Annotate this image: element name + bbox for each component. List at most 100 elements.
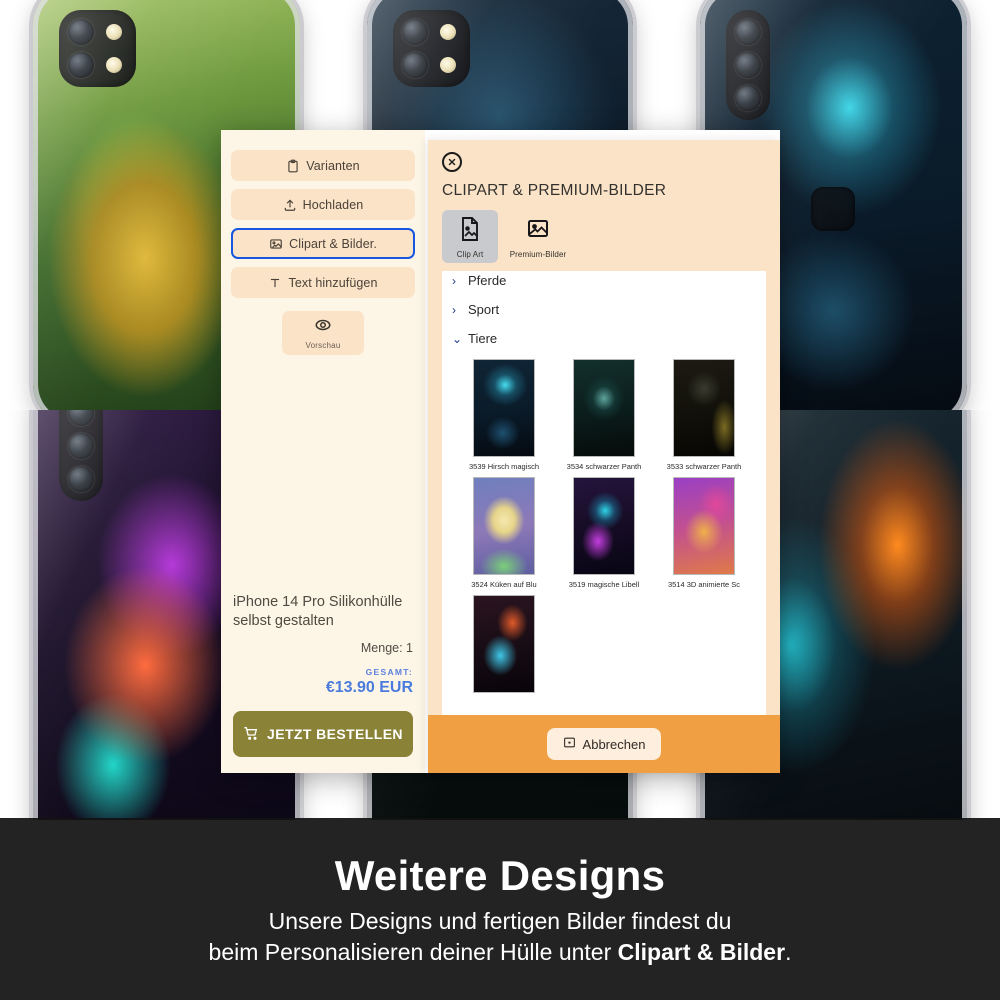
modal-tabs: Clip Art Premium-Bilder xyxy=(428,200,780,271)
category-list: › Pferde › Sport ⌄ Tiere xyxy=(442,271,766,355)
category-label: Tiere xyxy=(468,331,498,346)
camera-lens-icon xyxy=(68,18,95,45)
tab-premium-bilder[interactable]: Premium-Bilder xyxy=(501,210,575,263)
clipart-thumbnail[interactable] xyxy=(573,359,635,457)
modal-title: CLIPART & PREMIUM-BILDER xyxy=(442,182,667,199)
clipart-item[interactable]: 3519 magische Libell xyxy=(554,477,654,589)
cancel-button-label: Abbrechen xyxy=(582,736,646,752)
tab-label: Premium-Bilder xyxy=(509,250,567,259)
clipboard-icon xyxy=(286,159,300,173)
clipart-modal: CLIPART & PREMIUM-BILDER Clip Art Premiu… xyxy=(428,140,780,773)
thumbnail-artwork xyxy=(574,478,634,574)
order-button-label: JETZT BESTELLEN xyxy=(267,726,403,742)
product-title: iPhone 14 Pro Silikonhülle selbst gestal… xyxy=(233,593,403,629)
thumbnail-artwork xyxy=(474,360,534,456)
clipart-item-partial[interactable] xyxy=(454,595,554,693)
sidebar-item-varianten[interactable]: Varianten xyxy=(231,150,415,181)
camera-lens-icon xyxy=(734,84,761,111)
clipart-label: 3539 Hirsch magisch xyxy=(468,462,540,471)
camera-lens-icon xyxy=(734,51,761,78)
camera-module xyxy=(59,410,104,501)
screenshot-root: Varianten Hochladen Clipart & Bilder. Te… xyxy=(0,0,1000,1000)
modal-footer: Abbrechen xyxy=(428,715,780,773)
clipart-thumbnail[interactable] xyxy=(573,477,635,575)
flash-icon xyxy=(439,23,456,40)
chevron-right-icon: › xyxy=(452,302,456,317)
clipart-item[interactable]: 3534 schwarzer Panth xyxy=(554,359,654,471)
banner-line-1: Unsere Designs und fertigen Bilder finde… xyxy=(268,908,732,934)
camera-lens-icon xyxy=(401,51,428,78)
clipart-icon xyxy=(458,216,482,247)
sidebar-item-clipart-bilder[interactable]: Clipart & Bilder. xyxy=(231,228,415,259)
sidebar-item-label: Clipart & Bilder. xyxy=(289,236,377,251)
sidebar-item-text-hinzufuegen[interactable]: Text hinzufügen xyxy=(231,267,415,298)
clipart-item[interactable]: 3524 Küken auf Blu xyxy=(454,477,554,589)
clipart-item[interactable]: 3539 Hirsch magisch xyxy=(454,359,554,471)
camera-lens-icon xyxy=(68,51,95,78)
total-price-box: GESAMT: €13.90 EUR xyxy=(231,667,415,697)
preview-button[interactable]: Vorschau xyxy=(282,311,364,355)
category-label: Sport xyxy=(468,302,500,317)
banner-title: Weitere Designs xyxy=(334,852,666,899)
clipart-browser[interactable]: › Pferde › Sport ⌄ Tiere 3539 Hirsch mag… xyxy=(442,271,766,715)
clipart-thumbnail[interactable] xyxy=(673,477,735,575)
camera-lens-icon xyxy=(68,432,95,459)
banner-line-2: beim Personalisieren deiner Hülle unter … xyxy=(209,939,792,966)
upload-icon xyxy=(283,198,297,212)
promo-banner: Weitere Designs Unsere Designs und ferti… xyxy=(0,818,1000,1000)
cancel-box-icon xyxy=(563,736,576,752)
clipart-label: 3514 3D animierte Sc xyxy=(667,580,741,589)
thumbnail-artwork xyxy=(474,596,534,692)
sidebar-item-label: Text hinzufügen xyxy=(288,275,378,290)
clipart-thumbnail[interactable] xyxy=(673,359,735,457)
banner-line-2-bold: Clipart & Bilder xyxy=(617,939,786,965)
text-icon xyxy=(268,276,282,290)
close-icon[interactable] xyxy=(442,152,462,172)
category-label: Pferde xyxy=(468,273,507,288)
clipart-label: 3534 schwarzer Panth xyxy=(566,462,642,471)
flash-icon xyxy=(106,56,123,73)
thumbnail-artwork xyxy=(574,360,634,456)
sidebar-item-label: Varianten xyxy=(306,158,360,173)
thumbnail-artwork xyxy=(474,478,534,574)
total-label: GESAMT: xyxy=(365,667,413,677)
camera-lens-icon xyxy=(401,18,428,45)
configurator-sidebar: Varianten Hochladen Clipart & Bilder. Te… xyxy=(221,130,425,773)
clipart-thumbnail-grid: 3539 Hirsch magisch 3534 schwarzer Panth… xyxy=(442,355,766,693)
thumbnail-artwork xyxy=(674,478,734,574)
category-item-pferde[interactable]: › Pferde xyxy=(442,271,766,295)
cancel-button[interactable]: Abbrechen xyxy=(546,728,662,760)
camera-lens-icon xyxy=(734,18,761,45)
clipart-label: 3519 magische Libell xyxy=(568,580,640,589)
quantity-label: Menge: 1 xyxy=(360,641,413,655)
fingerprint-sensor-icon xyxy=(811,187,856,232)
camera-module xyxy=(392,9,470,87)
camera-module xyxy=(59,9,137,87)
preview-label: Vorschau xyxy=(305,341,341,350)
modal-header: CLIPART & PREMIUM-BILDER xyxy=(428,140,780,200)
total-value: €13.90 EUR xyxy=(325,679,413,696)
flash-icon xyxy=(106,23,123,40)
clipart-thumbnail[interactable] xyxy=(473,595,535,693)
picture-icon xyxy=(526,216,550,247)
flash-icon xyxy=(439,56,456,73)
tab-clip-art[interactable]: Clip Art xyxy=(442,210,498,263)
category-item-sport[interactable]: › Sport xyxy=(442,295,766,324)
camera-lens-icon xyxy=(68,410,95,426)
eye-icon xyxy=(314,316,332,339)
banner-line-2-prefix: beim Personalisieren deiner Hülle unter xyxy=(208,939,618,965)
category-item-tiere[interactable]: ⌄ Tiere xyxy=(442,324,766,353)
sidebar-item-hochladen[interactable]: Hochladen xyxy=(231,189,415,220)
clipart-thumbnail[interactable] xyxy=(473,359,535,457)
banner-line-2-suffix: . xyxy=(785,939,792,965)
camera-lens-icon xyxy=(68,465,95,492)
clipart-item[interactable]: 3514 3D animierte Sc xyxy=(654,477,754,589)
chevron-down-icon: ⌄ xyxy=(452,331,463,346)
order-now-button[interactable]: JETZT BESTELLEN xyxy=(233,711,413,757)
tab-label: Clip Art xyxy=(456,250,484,259)
clipart-thumbnail[interactable] xyxy=(473,477,535,575)
clipart-label: 3524 Küken auf Blu xyxy=(471,580,537,589)
sidebar-item-label: Hochladen xyxy=(302,197,364,212)
clipart-item[interactable]: 3533 schwarzer Panth xyxy=(654,359,754,471)
